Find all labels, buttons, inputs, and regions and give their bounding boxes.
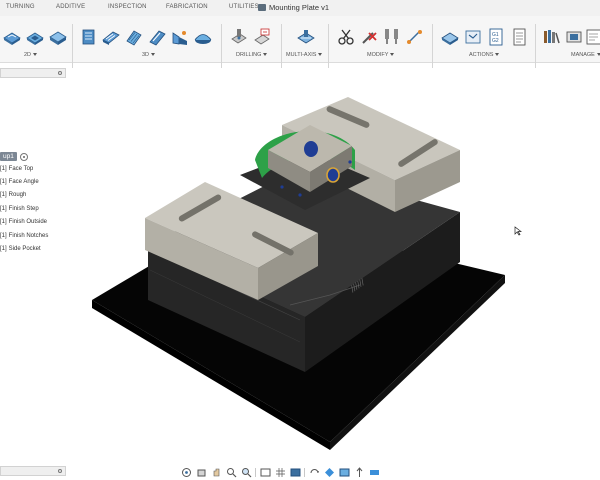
zoom-window-icon[interactable] [240, 467, 252, 478]
display-settings-icon[interactable] [259, 467, 271, 478]
blue-bore [304, 141, 318, 157]
comments-panel-header[interactable] [0, 466, 66, 476]
zoom-icon[interactable] [225, 467, 237, 478]
camera-icon[interactable] [323, 467, 335, 478]
orbit-icon[interactable] [180, 467, 192, 478]
visibility-icon[interactable] [353, 466, 365, 478]
look-at-icon[interactable] [210, 467, 222, 478]
layout-icon[interactable] [368, 467, 380, 478]
navigation-bar [180, 465, 380, 479]
pan-icon[interactable] [195, 467, 207, 478]
mouse-cursor-icon [514, 226, 522, 236]
pin-icon[interactable] [58, 469, 62, 473]
side-bore [326, 167, 340, 183]
render-icon[interactable] [308, 467, 320, 478]
model-viewport[interactable]: ////// [0, 0, 600, 480]
effects-icon[interactable] [338, 467, 350, 478]
viewports-icon[interactable] [289, 467, 301, 478]
grid-icon[interactable] [274, 467, 286, 478]
